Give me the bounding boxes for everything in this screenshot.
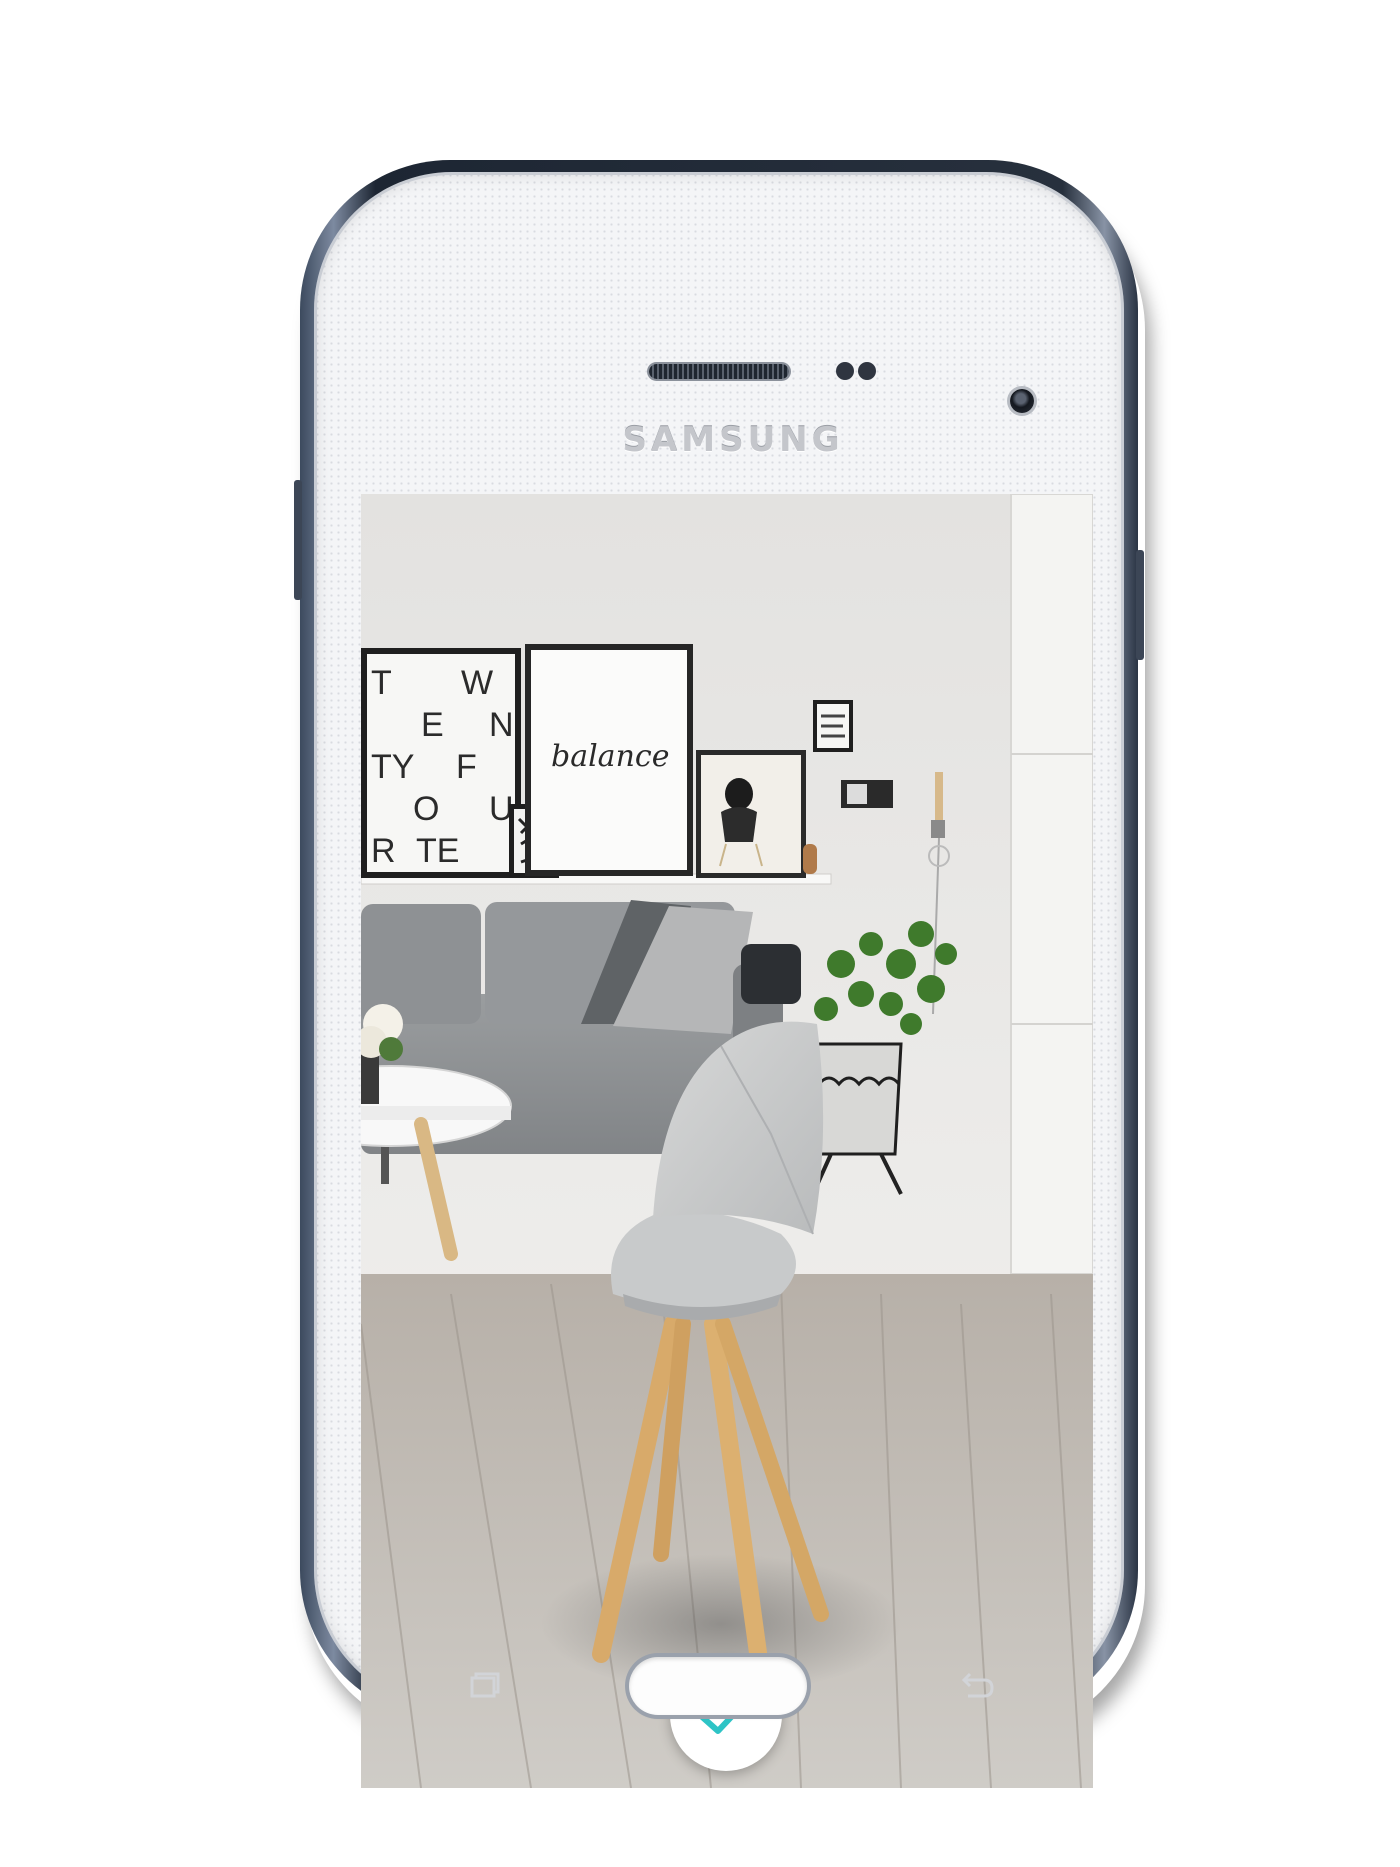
svg-text:N: N xyxy=(489,706,514,744)
svg-text:W: W xyxy=(461,664,493,702)
svg-text:T: T xyxy=(371,664,392,702)
typography-poster: T W E N TY F O U R TE xyxy=(361,648,521,878)
ar-camera-view[interactable]: T W E N TY F O U R TE balance xyxy=(361,494,1093,1788)
svg-text:E: E xyxy=(421,706,444,744)
figure-poster xyxy=(696,750,806,878)
wardrobe xyxy=(1010,494,1093,1275)
room-scene: T W E N TY F O U R TE balance xyxy=(361,494,1093,1788)
volume-button[interactable] xyxy=(294,480,302,600)
svg-text:F: F xyxy=(456,748,477,786)
small-framed-note xyxy=(813,700,853,752)
svg-text:R: R xyxy=(371,832,396,870)
power-button[interactable] xyxy=(1136,550,1144,660)
back-icon[interactable] xyxy=(956,1670,996,1702)
figurine xyxy=(803,844,817,874)
recent-apps-icon[interactable] xyxy=(464,1670,504,1702)
home-button[interactable] xyxy=(629,1657,807,1715)
svg-text:balance: balance xyxy=(551,739,669,774)
brand-logo: SAMSUNG xyxy=(622,420,844,460)
svg-text:O: O xyxy=(413,790,439,828)
light-sensor xyxy=(858,362,876,380)
svg-text:TY: TY xyxy=(371,748,414,786)
earpiece-speaker xyxy=(649,364,789,379)
phone-bezel: SAMSUNG T W E N TY F O U R TE balance xyxy=(314,172,1124,1788)
svg-text:TE: TE xyxy=(416,832,459,870)
front-camera xyxy=(1010,389,1034,413)
proximity-sensor xyxy=(836,362,854,380)
balance-poster: balance xyxy=(525,644,693,876)
phone-frame: SAMSUNG T W E N TY F O U R TE balance xyxy=(294,160,1144,1788)
